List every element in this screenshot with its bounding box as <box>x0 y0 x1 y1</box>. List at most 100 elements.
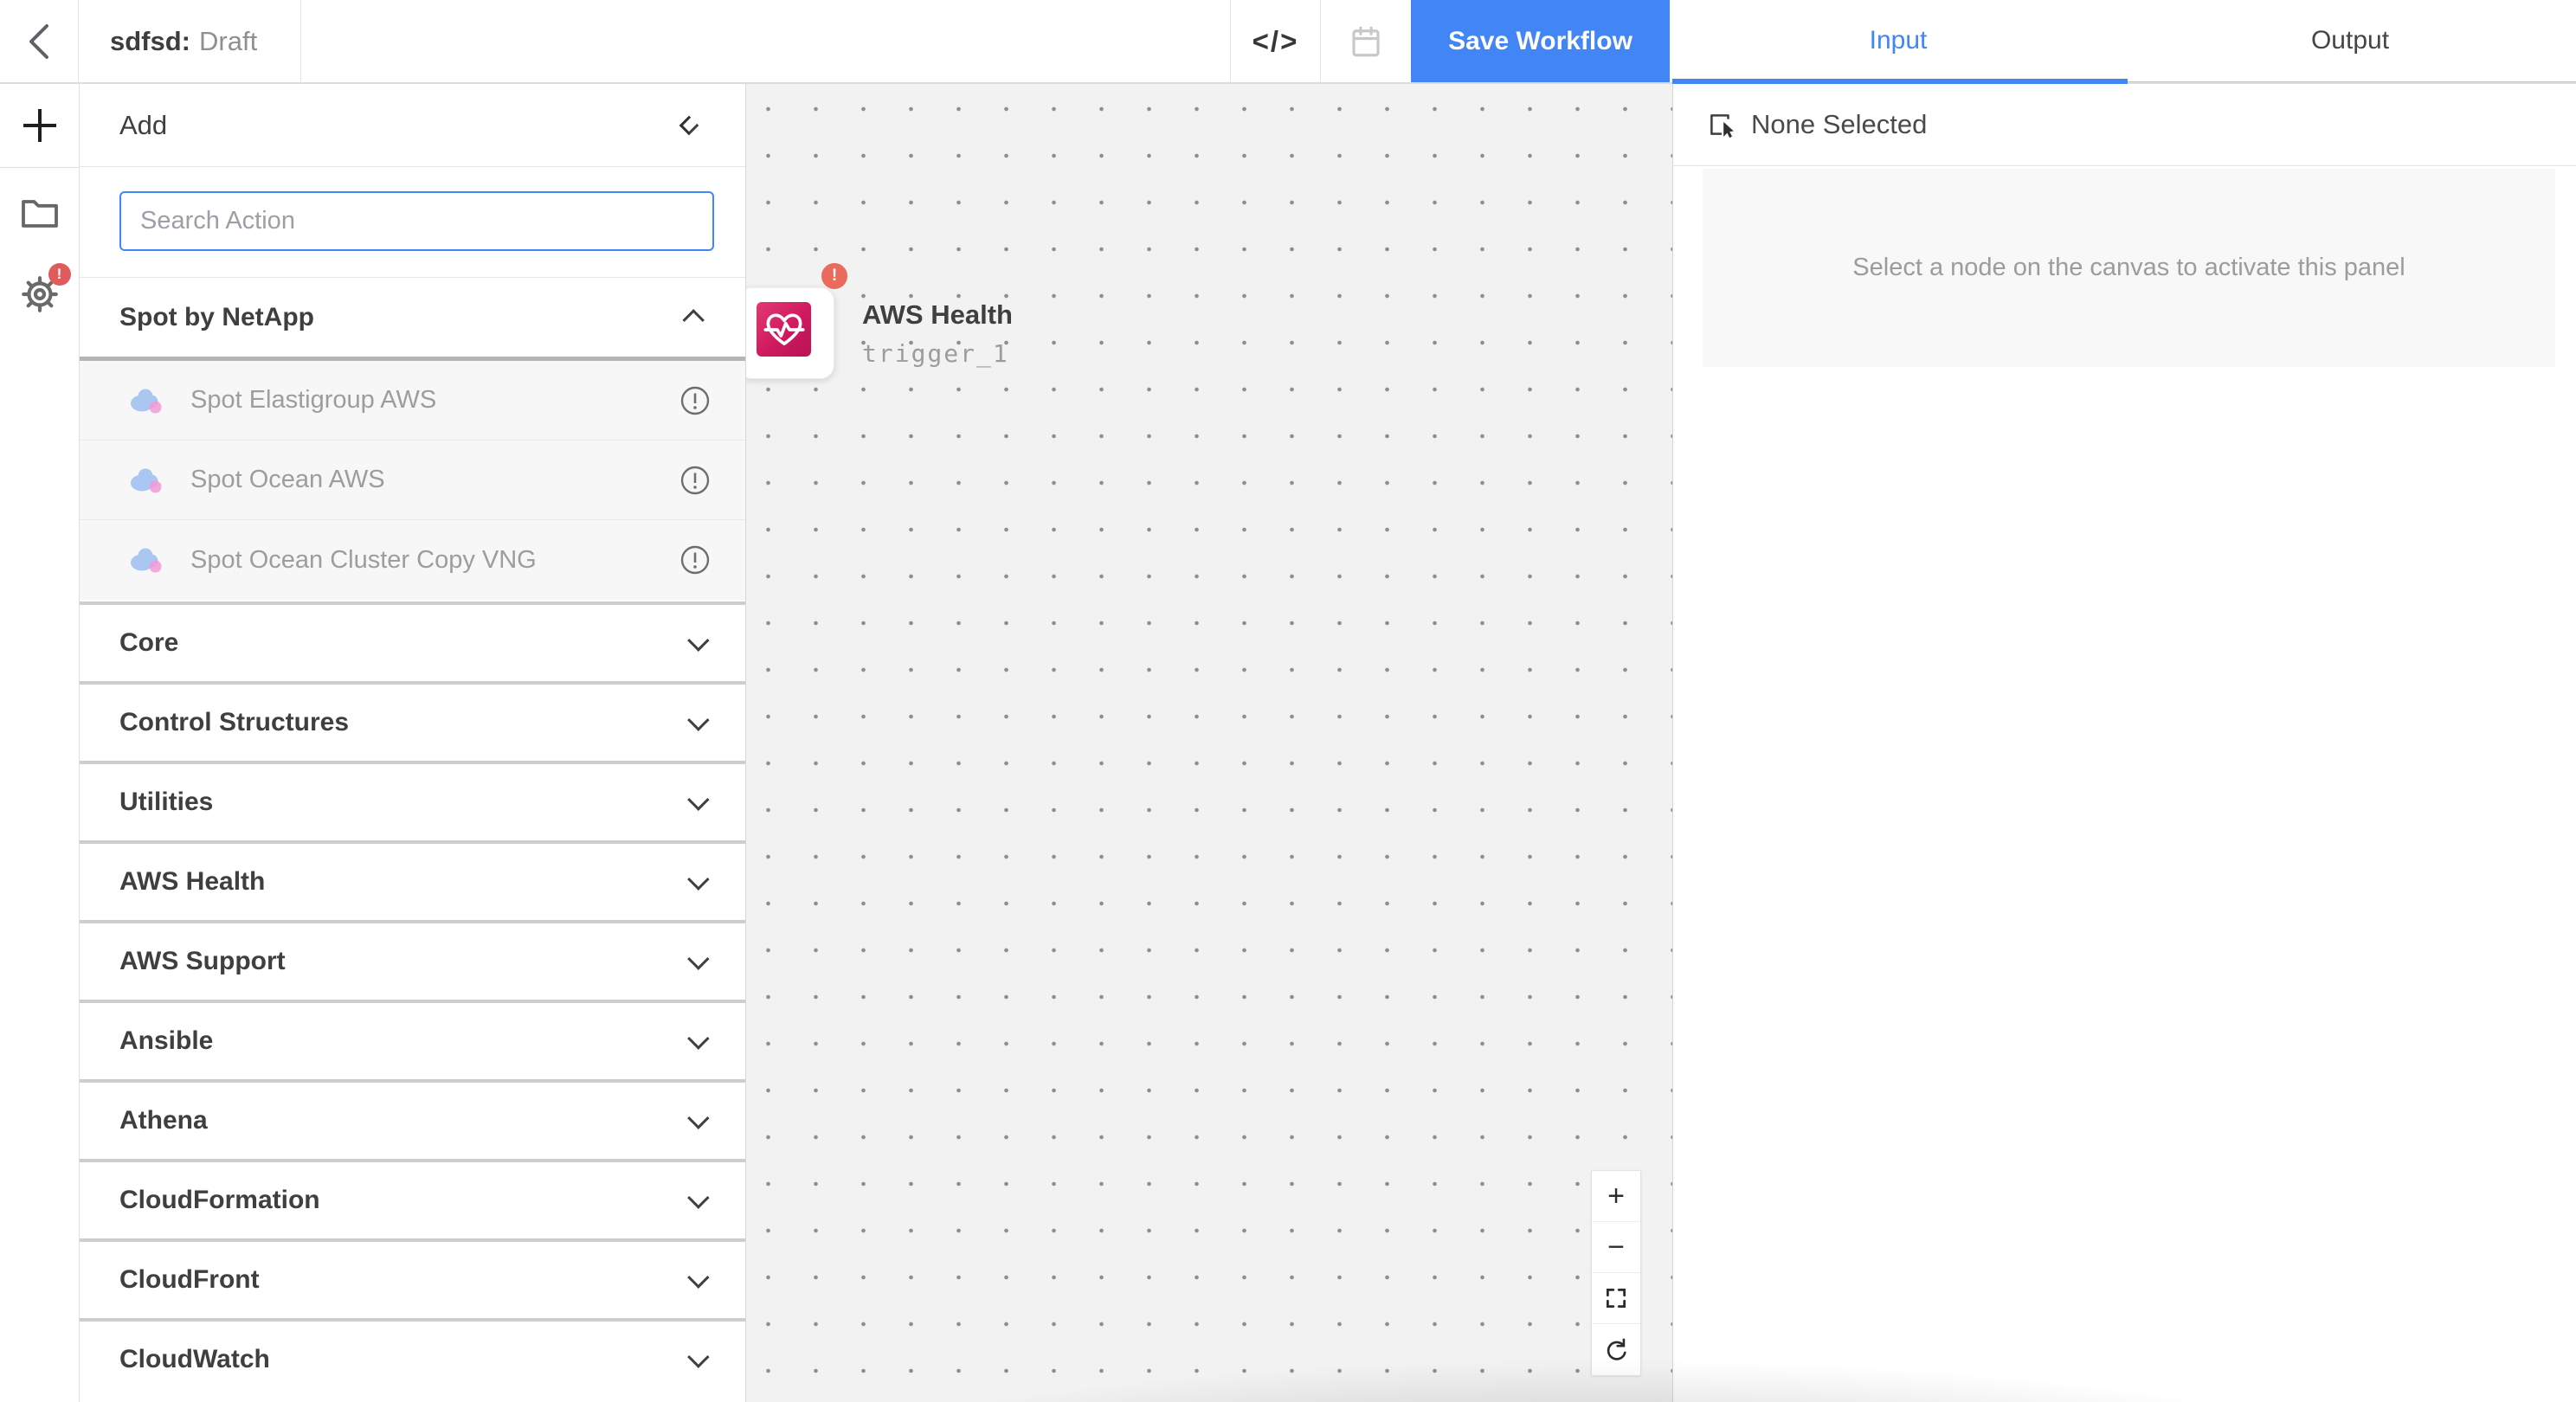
category-label: Core <box>119 628 178 658</box>
select-cursor-icon <box>1706 110 1736 139</box>
empty-state-box: Select a node on the canvas to activate … <box>1703 169 2555 367</box>
plus-icon: + <box>1607 1180 1625 1213</box>
action-item-label: Spot Ocean AWS <box>190 466 679 494</box>
gear-icon: ! <box>17 272 62 317</box>
cloud-icon <box>126 465 166 496</box>
fit-view-button[interactable] <box>1592 1273 1640 1324</box>
back-button[interactable] <box>0 0 79 82</box>
new-workflow-button[interactable] <box>0 84 79 167</box>
cloud-icon <box>126 385 166 416</box>
category-ansible[interactable]: Ansible <box>80 1000 745 1079</box>
canvas-zoom-controls: + − <box>1591 1170 1641 1376</box>
empty-state-message: Select a node on the canvas to activate … <box>1852 254 2405 282</box>
category-label: AWS Health <box>119 867 265 897</box>
rail-divider <box>0 167 79 168</box>
zoom-in-button[interactable]: + <box>1592 1171 1640 1222</box>
chevron-down-icon <box>687 788 709 810</box>
code-icon: </> <box>1253 25 1299 58</box>
category-control-structures[interactable]: Control Structures <box>80 681 745 761</box>
action-item-spot-elastigroup-aws[interactable]: Spot Elastigroup AWS <box>80 361 745 441</box>
aws-health-heart-pulse-icon <box>757 302 811 357</box>
category-aws-support[interactable]: AWS Support <box>80 920 745 1000</box>
category-core[interactable]: Core <box>80 601 745 681</box>
collapse-panel-button[interactable] <box>674 111 704 140</box>
minus-icon: − <box>1607 1231 1625 1264</box>
chevron-down-icon <box>687 1027 709 1049</box>
action-item-label: Spot Ocean Cluster Copy VNG <box>190 546 679 575</box>
folder-icon <box>19 194 61 230</box>
chevron-left-icon <box>679 115 699 135</box>
workflow-canvas[interactable]: ! AWS Health trigger_1 + − <box>746 84 1672 1402</box>
category-list: Core Control Structures Utilities AWS He… <box>80 601 745 1398</box>
save-workflow-button[interactable]: Save Workflow <box>1411 0 1670 82</box>
category-label: Utilities <box>119 788 213 817</box>
category-cloudformation[interactable]: CloudFormation <box>80 1159 745 1238</box>
add-panel-title: Add <box>119 110 167 141</box>
action-item-spot-ocean-cluster-copy-vng[interactable]: Spot Ocean Cluster Copy VNG <box>80 520 745 600</box>
action-item-label: Spot Elastigroup AWS <box>190 386 679 415</box>
chevron-down-icon <box>687 948 709 969</box>
plus-icon <box>18 104 61 147</box>
node-error-badge: ! <box>821 263 847 289</box>
workflow-editor: sdfsd: Draft </> Save Workflow Input Out… <box>0 0 2576 1402</box>
category-cloudwatch[interactable]: CloudWatch <box>80 1318 745 1398</box>
active-tab-underline <box>1672 79 2128 84</box>
category-label: AWS Support <box>119 947 286 976</box>
category-label: Athena <box>119 1106 208 1135</box>
top-bar: sdfsd: Draft </> Save Workflow Input Out… <box>0 0 2576 84</box>
workflow-title-cell: sdfsd: Draft <box>79 0 301 82</box>
category-utilities[interactable]: Utilities <box>80 761 745 840</box>
calendar-icon <box>1348 23 1384 60</box>
search-section <box>80 167 745 278</box>
trigger-node-aws-health[interactable]: ! AWS Health trigger_1 <box>746 287 834 379</box>
chevron-down-icon <box>687 1346 709 1367</box>
node-title: AWS Health <box>862 299 1013 331</box>
refresh-icon <box>1602 1336 1630 1364</box>
add-action-panel: Add Spot by NetApp <box>80 84 746 1402</box>
info-icon[interactable] <box>679 544 711 576</box>
workflow-status: Draft <box>199 26 257 57</box>
info-icon[interactable] <box>679 385 711 416</box>
workflow-title: sdfsd: <box>110 26 190 57</box>
category-aws-health[interactable]: AWS Health <box>80 840 745 920</box>
chevron-down-icon <box>687 629 709 651</box>
back-chevron-icon <box>27 22 51 61</box>
category-athena[interactable]: Athena <box>80 1079 745 1159</box>
node-inspector-panel: None Selected Select a node on the canva… <box>1672 84 2576 1402</box>
chevron-down-icon <box>687 709 709 730</box>
tab-input[interactable]: Input <box>1672 0 2124 81</box>
selection-status-row: None Selected <box>1673 84 2576 166</box>
category-cloudfront[interactable]: CloudFront <box>80 1238 745 1318</box>
reset-view-button[interactable] <box>1592 1324 1640 1375</box>
tab-output[interactable]: Output <box>2124 0 2576 81</box>
category-label: Ansible <box>119 1026 213 1056</box>
search-action-input[interactable] <box>119 191 714 251</box>
workflows-folder-button[interactable] <box>0 179 79 245</box>
left-rail: ! <box>0 84 80 1402</box>
zoom-out-button[interactable]: − <box>1592 1222 1640 1273</box>
settings-button[interactable]: ! <box>0 257 79 331</box>
category-label: CloudFormation <box>119 1186 320 1215</box>
node-id[interactable]: trigger_1 <box>862 339 1009 368</box>
chevron-up-icon <box>682 309 704 331</box>
schedule-button[interactable] <box>1320 0 1411 82</box>
category-label: CloudFront <box>119 1265 260 1295</box>
fullscreen-icon <box>1603 1285 1629 1311</box>
settings-error-badge: ! <box>48 263 71 286</box>
cloud-icon <box>126 544 166 576</box>
chevron-down-icon <box>687 1187 709 1208</box>
info-icon[interactable] <box>679 465 711 496</box>
view-code-button[interactable]: </> <box>1230 0 1320 82</box>
action-item-spot-ocean-aws[interactable]: Spot Ocean AWS <box>80 441 745 520</box>
right-panel-tabs: Input Output <box>1672 0 2576 82</box>
selection-status-label: None Selected <box>1751 109 1927 140</box>
section-label: Spot by NetApp <box>119 303 314 332</box>
chevron-down-icon <box>687 1107 709 1129</box>
section-spot-by-netapp[interactable]: Spot by NetApp <box>80 278 745 357</box>
add-panel-header: Add <box>80 84 745 167</box>
node-card[interactable] <box>746 287 834 379</box>
chevron-down-icon <box>687 1266 709 1288</box>
chevron-down-icon <box>687 868 709 890</box>
category-label: CloudWatch <box>119 1345 270 1374</box>
category-label: Control Structures <box>119 708 349 737</box>
